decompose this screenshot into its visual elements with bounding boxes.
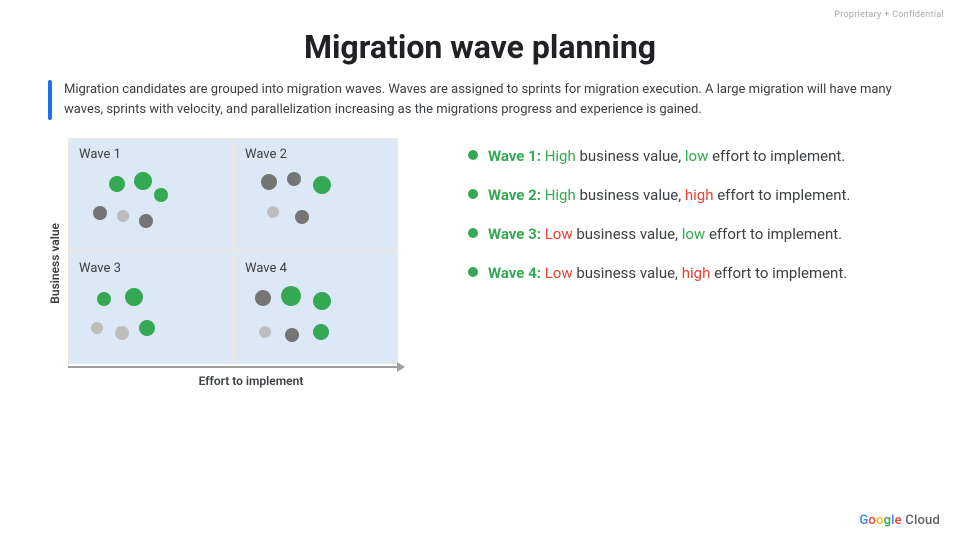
legend-bullet-wave3 xyxy=(468,228,478,238)
proprietary-label: Proprietary + Confidential xyxy=(834,10,944,20)
description-text: Migration candidates are grouped into mi… xyxy=(64,80,912,120)
dot xyxy=(259,326,271,338)
dot xyxy=(97,292,111,306)
dot xyxy=(117,210,129,222)
dot xyxy=(139,214,153,228)
wave1-dots xyxy=(79,168,221,240)
legend-bullet-wave2 xyxy=(468,189,478,199)
legend-text-wave1: Wave 1: High business value, low effort … xyxy=(488,146,845,167)
wave-grid: Wave 1 Wave 2 xyxy=(68,138,398,364)
wave4-title: Wave 4: xyxy=(488,264,541,282)
dot xyxy=(134,172,152,190)
wave4-dots xyxy=(245,282,387,354)
legend-item-wave3: Wave 3: Low business value, low effort t… xyxy=(468,224,912,245)
dot xyxy=(125,288,143,306)
dot xyxy=(313,292,331,310)
y-axis-label: Business value xyxy=(48,223,62,304)
dot xyxy=(267,206,279,218)
dot xyxy=(295,210,309,224)
wave4-label: Wave 4 xyxy=(245,261,387,276)
wave2-label: Wave 2 xyxy=(245,147,387,162)
dot xyxy=(313,324,329,340)
dot xyxy=(281,286,301,306)
description-area: Migration candidates are grouped into mi… xyxy=(48,80,912,120)
chart-container: Business value Wave 1 xyxy=(48,138,428,388)
legend-text-wave3: Wave 3: Low business value, low effort t… xyxy=(488,224,842,245)
wave2-box: Wave 2 xyxy=(235,139,397,249)
dot xyxy=(285,328,299,342)
wave1-box: Wave 1 xyxy=(69,139,231,249)
accent-bar xyxy=(48,80,52,120)
wave3-label: Wave 3 xyxy=(79,261,221,276)
dot xyxy=(93,206,107,220)
dot xyxy=(139,320,155,336)
legend-bullet-wave4 xyxy=(468,267,478,277)
wave1-title: Wave 1: xyxy=(488,147,541,165)
wave1-label: Wave 1 xyxy=(79,147,221,162)
page-title: Migration wave planning xyxy=(0,0,960,80)
dot xyxy=(109,176,125,192)
dot xyxy=(255,290,271,306)
dot xyxy=(154,188,168,202)
wave3-title: Wave 3: xyxy=(488,225,541,243)
legend-area: Wave 1: High business value, low effort … xyxy=(468,138,912,284)
dot xyxy=(313,176,331,194)
legend-text-wave2: Wave 2: High business value, high effort… xyxy=(488,185,850,206)
dot xyxy=(261,174,277,190)
legend-bullet-wave1 xyxy=(468,150,478,160)
content-area: Business value Wave 1 xyxy=(48,138,912,388)
wave3-dots xyxy=(79,282,221,354)
legend-item-wave4: Wave 4: Low business value, high effort … xyxy=(468,263,912,284)
wave2-dots xyxy=(245,168,387,240)
legend-item-wave2: Wave 2: High business value, high effort… xyxy=(468,185,912,206)
wave3-box: Wave 3 xyxy=(69,253,231,363)
legend-item-wave1: Wave 1: High business value, low effort … xyxy=(468,146,912,167)
google-cloud-logo: Google Cloud xyxy=(859,513,940,528)
dot xyxy=(91,322,103,334)
dot xyxy=(115,326,129,340)
dot xyxy=(287,172,301,186)
x-axis-label: Effort to implement xyxy=(86,374,416,388)
wave2-title: Wave 2: xyxy=(488,186,541,204)
wave4-box: Wave 4 xyxy=(235,253,397,363)
legend-text-wave4: Wave 4: Low business value, high effort … xyxy=(488,263,847,284)
